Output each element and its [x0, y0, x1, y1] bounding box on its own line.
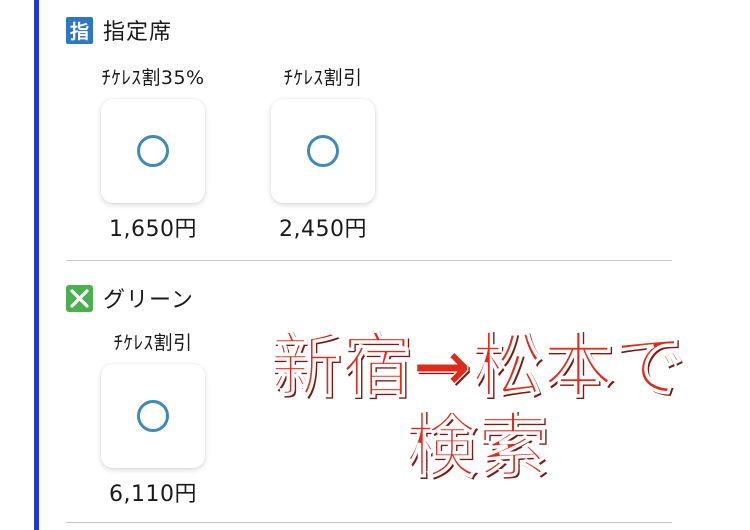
fare-label: ﾁｹﾚｽ割35% — [101, 67, 205, 89]
section-header-reserved: 指 指定席 — [66, 15, 172, 45]
fare-select-card[interactable] — [101, 99, 205, 203]
overlay-caption-line2: 検索 — [405, 404, 550, 487]
fare-label: ﾁｹﾚｽ割引 — [283, 67, 363, 89]
left-accent-bar — [34, 0, 39, 530]
section-title-reserved: 指定席 — [103, 20, 173, 45]
reserved-seat-icon: 指 — [66, 16, 93, 44]
fare-select-card[interactable] — [271, 99, 375, 203]
section-reserved-seat: 指 指定席 — [66, 15, 172, 45]
radio-circle-icon — [137, 135, 169, 167]
fare-price: 1,650円 — [109, 217, 197, 242]
section-green-car: グリーン — [66, 283, 194, 313]
radio-circle-icon — [307, 135, 339, 167]
section-header-green: グリーン — [66, 283, 194, 313]
clover-glyph-icon — [70, 288, 89, 308]
fare-price: 2,450円 — [279, 217, 367, 242]
overlay-caption-line1: 新宿→松本で — [270, 325, 686, 407]
overlay-caption: 新宿→松本で 検索 — [228, 325, 728, 487]
badge-label: 指 — [69, 20, 89, 43]
section-divider — [66, 522, 672, 523]
fare-option-reserved-35[interactable]: ﾁｹﾚｽ割35% 1,650円 — [78, 65, 228, 243]
fare-select-card[interactable] — [101, 364, 205, 468]
fare-option-reserved-discount[interactable]: ﾁｹﾚｽ割引 2,450円 — [248, 65, 398, 243]
fare-option-green-discount[interactable]: ﾁｹﾚｽ割引 6,110円 — [78, 330, 228, 508]
section-title-green: グリーン — [103, 288, 194, 313]
fare-price: 6,110円 — [109, 482, 197, 507]
radio-circle-icon — [137, 400, 169, 432]
fare-label: ﾁｹﾚｽ割引 — [113, 332, 193, 354]
section-divider — [66, 260, 672, 261]
green-car-clover-icon — [66, 284, 93, 312]
